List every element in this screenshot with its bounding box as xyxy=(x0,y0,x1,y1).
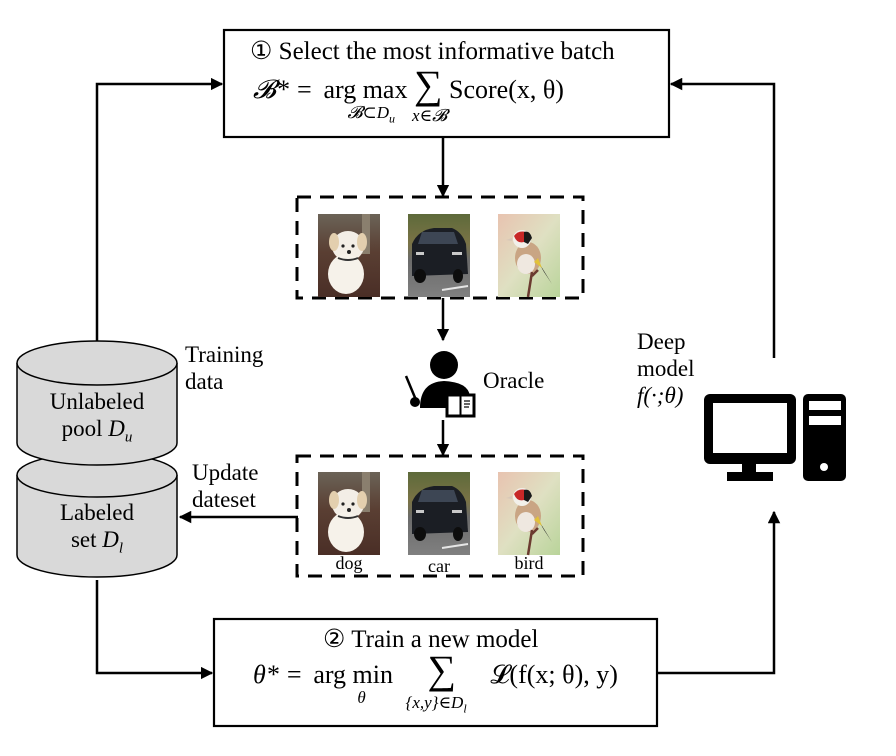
car-photo xyxy=(407,213,471,298)
oracle-label: Oracle xyxy=(483,368,545,393)
step1-number: ① xyxy=(250,38,273,65)
dog-photo xyxy=(317,213,381,298)
step2-rhs: 𝓛(f(x; θ), y) xyxy=(490,660,618,689)
step1-rhs: Score(x, θ) xyxy=(449,75,564,104)
step1-sum-subscript: x∈𝓑 xyxy=(411,106,448,125)
step2-formula: θ* = arg min θ ∑ {x,y}∈Dl 𝓛(f(x; θ), y) xyxy=(253,650,618,716)
arrow-pool-to-select xyxy=(95,77,224,345)
caption-car: car xyxy=(428,556,450,576)
arrow-model-to-select xyxy=(669,77,776,358)
unlabeled-pool-label: Unlabeled pool Du xyxy=(49,389,145,446)
step2-sum-subscript: {x,y}∈Dl xyxy=(405,693,467,716)
oracle-teacher-icon xyxy=(404,351,476,418)
labeled-set-label: Labeled set Dl xyxy=(59,500,135,557)
step1-argmax: arg max xyxy=(323,75,408,104)
bird-photo xyxy=(496,212,562,299)
car-photo xyxy=(407,471,471,556)
arrow-train-to-model xyxy=(657,510,781,675)
step1-sum-symbol: ∑ xyxy=(413,62,443,107)
training-data-label: Training data xyxy=(185,342,264,394)
step1-formula: 𝓑* = arg max 𝓑⊂Du ∑ x∈𝓑 Score(x, θ) xyxy=(253,65,564,126)
dog-photo xyxy=(317,471,381,556)
step2-argmin-subscript: θ xyxy=(357,688,366,707)
computer-icon xyxy=(704,394,846,481)
step1-lhs: 𝓑* = xyxy=(253,75,313,104)
bird-photo xyxy=(496,470,562,557)
step2-number: ② xyxy=(323,626,346,653)
update-dataset-label: Update dateset xyxy=(192,460,259,512)
arrow-labeled-to-train xyxy=(95,580,214,680)
step1-title-text: Select the most informative batch xyxy=(278,38,615,65)
caption-dog: dog xyxy=(335,553,363,573)
step2-lhs: θ* = xyxy=(253,660,303,689)
step2-argmin: arg min xyxy=(313,660,394,689)
caption-bird: bird xyxy=(514,553,544,573)
deep-model-label: Deep model f(·;θ) xyxy=(637,329,695,408)
step1-argmax-subscript: 𝓑⊂Du xyxy=(347,103,395,126)
step2-sum-symbol: ∑ xyxy=(427,647,457,692)
